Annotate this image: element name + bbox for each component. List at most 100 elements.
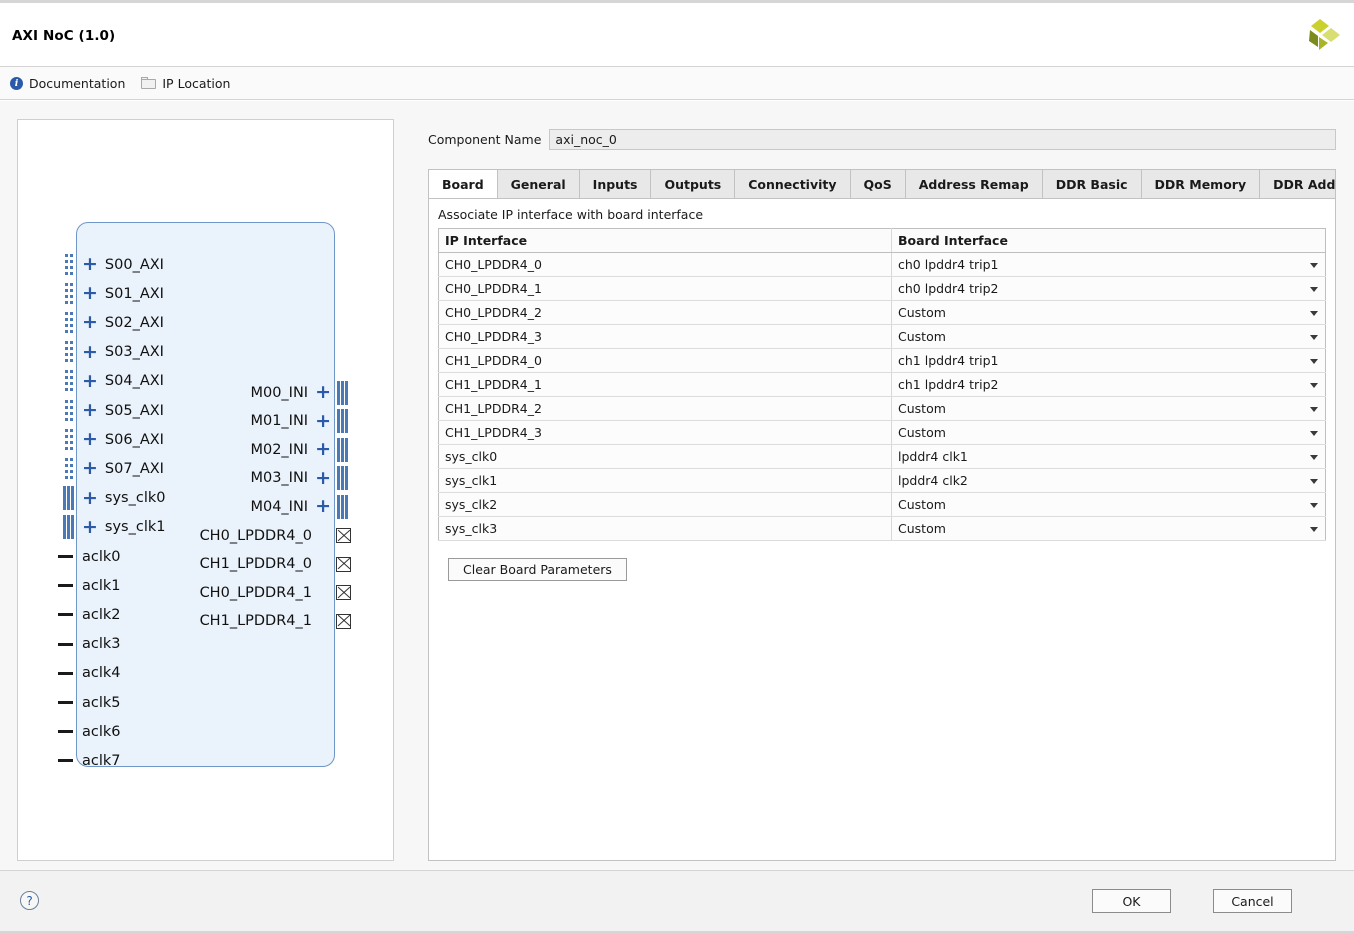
expand-plus-icon[interactable]: + [82,372,98,391]
table-row[interactable]: CH0_LPDDR4_3Custom [439,325,1326,349]
documentation-button[interactable]: i Documentation [10,76,125,91]
ip-port-s03_axi[interactable]: +S03_AXI [82,338,164,367]
ip-port-aclk7[interactable]: aclk7 [82,746,121,775]
ip-port-ch1_lpddr4_1[interactable]: CH1_LPDDR4_1 [200,607,331,636]
ip-port-ch0_lpddr4_0[interactable]: CH0_LPDDR4_0 [200,521,331,550]
main-body: +S00_AXI+S01_AXI+S02_AXI+S03_AXI+S04_AXI… [0,101,1354,870]
cell-board-interface-dropdown[interactable]: lpddr4 clk1 [892,445,1326,469]
expand-plus-icon[interactable]: + [315,497,331,516]
cell-board-interface-dropdown[interactable]: Custom [892,325,1326,349]
expand-plus-icon[interactable]: + [315,412,331,431]
chevron-down-icon[interactable] [1310,383,1318,388]
table-row[interactable]: sys_clk0lpddr4 clk1 [439,445,1326,469]
table-row[interactable]: CH1_LPDDR4_0ch1 lpddr4 trip1 [439,349,1326,373]
table-row[interactable]: CH1_LPDDR4_2Custom [439,397,1326,421]
cell-board-interface-dropdown[interactable]: Custom [892,397,1326,421]
tab-connectivity[interactable]: Connectivity [735,170,850,198]
documentation-label: Documentation [29,76,125,91]
ok-button[interactable]: OK [1092,889,1171,913]
table-row[interactable]: sys_clk2Custom [439,493,1326,517]
ip-port-s06_axi[interactable]: +S06_AXI [82,425,164,454]
chevron-down-icon[interactable] [1310,311,1318,316]
table-row[interactable]: CH0_LPDDR4_1ch0 lpddr4 trip2 [439,277,1326,301]
ip-port-m03_ini[interactable]: M03_INI+ [250,464,331,493]
expand-plus-icon[interactable]: + [82,313,98,332]
expand-plus-icon[interactable]: + [82,459,98,478]
tab-inputs[interactable]: Inputs [580,170,652,198]
expand-plus-icon[interactable]: + [82,518,98,537]
pin-aclk0 [58,555,73,558]
ip-port-s01_axi[interactable]: +S01_AXI [82,279,164,308]
chevron-down-icon[interactable] [1310,407,1318,412]
ip-port-m00_ini[interactable]: M00_INI+ [250,378,331,407]
chevron-down-icon[interactable] [1310,287,1318,292]
cell-board-interface-dropdown[interactable]: lpddr4 clk2 [892,469,1326,493]
ip-port-s04_axi[interactable]: +S04_AXI [82,367,164,396]
component-name-input[interactable] [549,129,1336,150]
chevron-down-icon[interactable] [1310,359,1318,364]
expand-plus-icon[interactable]: + [82,489,98,508]
table-row[interactable]: CH0_LPDDR4_2Custom [439,301,1326,325]
tab-address-remap[interactable]: Address Remap [906,170,1043,198]
expand-plus-icon[interactable]: + [82,255,98,274]
ip-port-ch1_lpddr4_0[interactable]: CH1_LPDDR4_0 [200,550,331,579]
table-row[interactable]: CH1_LPDDR4_3Custom [439,421,1326,445]
ip-port-aclk3[interactable]: aclk3 [82,630,121,659]
cell-board-interface-dropdown[interactable]: Custom [892,517,1326,541]
tab-board[interactable]: Board [429,170,498,199]
table-row[interactable]: CH0_LPDDR4_0ch0 lpddr4 trip1 [439,253,1326,277]
ip-port-aclk0[interactable]: aclk0 [82,542,121,571]
expand-plus-icon[interactable]: + [82,401,98,420]
chevron-down-icon[interactable] [1310,431,1318,436]
cell-board-interface-dropdown[interactable]: Custom [892,493,1326,517]
chevron-down-icon[interactable] [1310,479,1318,484]
tab-ddr-memory[interactable]: DDR Memory [1142,170,1261,198]
clear-board-parameters-button[interactable]: Clear Board Parameters [448,558,627,581]
ip-location-button[interactable]: IP Location [141,76,230,91]
cell-board-interface-dropdown[interactable]: ch1 lpddr4 trip2 [892,373,1326,397]
chevron-down-icon[interactable] [1310,503,1318,508]
expand-plus-icon[interactable]: + [82,430,98,449]
ip-port-aclk4[interactable]: aclk4 [82,659,121,688]
ip-port-m01_ini[interactable]: M01_INI+ [250,407,331,436]
ip-port-sys_clk0[interactable]: +sys_clk0 [82,484,166,513]
expand-plus-icon[interactable]: + [315,383,331,402]
expand-plus-icon[interactable]: + [82,343,98,362]
cell-board-interface-dropdown[interactable]: ch0 lpddr4 trip2 [892,277,1326,301]
cell-board-interface-dropdown[interactable]: Custom [892,421,1326,445]
cell-board-interface-dropdown[interactable]: ch1 lpddr4 trip1 [892,349,1326,373]
ip-port-s00_axi[interactable]: +S00_AXI [82,250,164,279]
ip-port-aclk1[interactable]: aclk1 [82,571,121,600]
ip-port-s05_axi[interactable]: +S05_AXI [82,396,164,425]
tab-qos[interactable]: QoS [851,170,906,198]
help-button[interactable]: ? [20,891,39,910]
chevron-down-icon[interactable] [1310,263,1318,268]
ip-port-ch0_lpddr4_1[interactable]: CH0_LPDDR4_1 [200,578,331,607]
chevron-down-icon[interactable] [1310,527,1318,532]
cell-board-interface-dropdown[interactable]: Custom [892,301,1326,325]
expand-plus-icon[interactable]: + [315,469,331,488]
ip-port-m02_ini[interactable]: M02_INI+ [250,435,331,464]
ip-port-aclk6[interactable]: aclk6 [82,717,121,746]
chevron-down-icon[interactable] [1310,455,1318,460]
expand-plus-icon[interactable]: + [82,284,98,303]
cell-ip-interface: CH0_LPDDR4_3 [439,325,892,349]
ip-port-s02_axi[interactable]: +S02_AXI [82,308,164,337]
table-row[interactable]: CH1_LPDDR4_1ch1 lpddr4 trip2 [439,373,1326,397]
cell-board-interface-dropdown[interactable]: ch0 lpddr4 trip1 [892,253,1326,277]
tab-ddr-basic[interactable]: DDR Basic [1043,170,1142,198]
tab-outputs[interactable]: Outputs [651,170,735,198]
pin-ch1_lpddr4_1 [336,614,351,629]
ip-port-sys_clk1[interactable]: +sys_clk1 [82,513,166,542]
chevron-down-icon[interactable] [1310,335,1318,340]
ip-port-m04_ini[interactable]: M04_INI+ [250,492,331,521]
table-row[interactable]: sys_clk1lpddr4 clk2 [439,469,1326,493]
ip-port-s07_axi[interactable]: +S07_AXI [82,454,164,483]
ip-port-aclk5[interactable]: aclk5 [82,688,121,717]
cancel-button[interactable]: Cancel [1213,889,1292,913]
tab-ddr-addre[interactable]: DDR Addre [1260,170,1335,198]
expand-plus-icon[interactable]: + [315,440,331,459]
tab-general[interactable]: General [498,170,580,198]
ip-port-aclk2[interactable]: aclk2 [82,600,121,629]
table-row[interactable]: sys_clk3Custom [439,517,1326,541]
